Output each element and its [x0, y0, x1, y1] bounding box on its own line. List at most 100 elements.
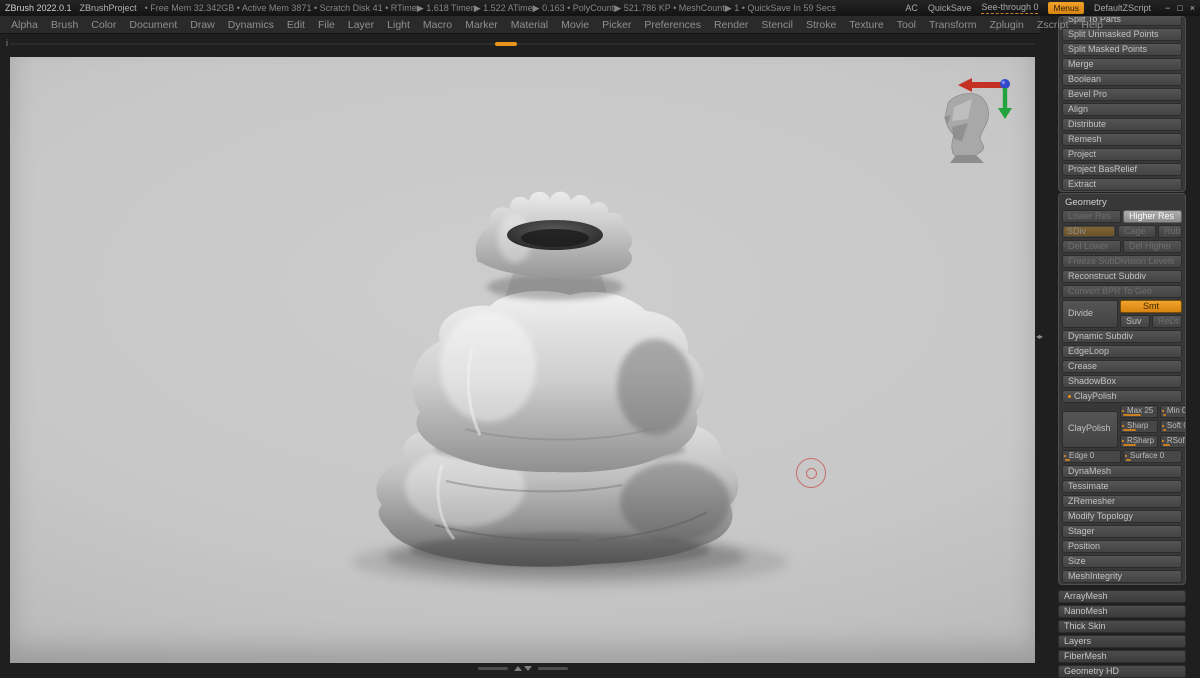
menu-item[interactable]: Light	[387, 19, 410, 31]
menu-item[interactable]: Help	[1081, 19, 1103, 31]
menubar: Alpha Brush Color Document Draw Dynamics Edit F…	[0, 16, 1103, 34]
geometry-subsection-button[interactable]: MeshIntegrity	[1062, 570, 1182, 583]
menu-item[interactable]: Zplugin	[989, 19, 1023, 31]
reconstruct-subdiv-button[interactable]: Reconstruct Subdiv	[1062, 270, 1182, 283]
sdiv-slider[interactable]: SDiv	[1062, 225, 1116, 238]
divide-button[interactable]: Divide	[1062, 300, 1118, 328]
menu-item[interactable]: Edit	[287, 19, 305, 31]
freeze-subdivision-button[interactable]: Freeze SubDivision Levels	[1062, 255, 1182, 268]
menu-item[interactable]: Stroke	[806, 19, 836, 31]
subtool-button[interactable]: Split Masked Points	[1062, 43, 1182, 56]
subtool-button[interactable]: Extract	[1062, 178, 1182, 191]
camera-nav-gizmo[interactable]	[944, 78, 1012, 163]
del-lower-button[interactable]: Del Lower	[1062, 240, 1121, 253]
subtool-button[interactable]: Align	[1062, 103, 1182, 116]
surface-slider[interactable]: Surface 0	[1123, 450, 1182, 463]
menu-item[interactable]: Brush	[51, 19, 78, 31]
menu-item[interactable]: Dynamics	[228, 19, 274, 31]
sculpted-vase-model[interactable]	[376, 191, 739, 567]
menu-item[interactable]: Picker	[602, 19, 631, 31]
see-through-slider[interactable]: See-through 0	[981, 2, 1039, 14]
subpalette-button[interactable]: FiberMesh	[1058, 650, 1186, 663]
quicksave-button[interactable]: QuickSave	[928, 3, 972, 13]
maximize-icon[interactable]: □	[1177, 3, 1182, 13]
menu-item[interactable]: Zscript	[1037, 19, 1069, 31]
minimize-icon[interactable]: −	[1165, 3, 1170, 13]
menu-item[interactable]: File	[318, 19, 335, 31]
default-zscript-button[interactable]: DefaultZScript	[1094, 3, 1151, 13]
document-scroll-thumb[interactable]	[495, 42, 517, 46]
zbrush-window: { "accent_color": "#e8941a", "canvas_col…	[0, 0, 1200, 678]
menus-button[interactable]: Menus	[1048, 2, 1084, 14]
subtool-button[interactable]: Split Unmasked Points	[1062, 28, 1182, 41]
subpalette-button[interactable]: NanoMesh	[1058, 605, 1186, 618]
menu-item[interactable]: Material	[511, 19, 548, 31]
claypolish-rsoft-slider[interactable]: RSoft 5	[1159, 435, 1185, 448]
subpalette-button[interactable]: Thick Skin	[1058, 620, 1186, 633]
geometry-panel-title: Geometry	[1065, 197, 1107, 208]
lower-res-button[interactable]: Lower Res	[1062, 210, 1121, 223]
claypolish-soft-slider[interactable]: Soft 0	[1159, 420, 1185, 433]
subtool-button[interactable]: Project	[1062, 148, 1182, 161]
subpalette-button[interactable]: Geometry HD	[1058, 665, 1186, 678]
subtool-button[interactable]: Project BasRelief	[1062, 163, 1182, 176]
suv-toggle[interactable]: Suv	[1120, 315, 1151, 328]
subtool-button[interactable]: Bevel Pro	[1062, 88, 1182, 101]
tray-divider-handle[interactable]: ◂▸	[1036, 333, 1043, 341]
menu-item[interactable]: Layer	[348, 19, 374, 31]
viewport-canvas[interactable]	[10, 57, 1035, 663]
menu-item[interactable]: Draw	[190, 19, 215, 31]
menu-item[interactable]: Color	[91, 19, 116, 31]
claypolish-max-slider[interactable]: Max 25	[1120, 405, 1158, 418]
menu-item[interactable]: Texture	[849, 19, 883, 31]
menu-item[interactable]: Stencil	[761, 19, 793, 31]
canvas-bottom-nav[interactable]	[478, 666, 568, 671]
menu-item[interactable]: Macro	[423, 19, 452, 31]
convert-bpr-button[interactable]: Convert BPR To Geo	[1062, 285, 1182, 298]
smt-toggle[interactable]: Smt	[1120, 300, 1183, 313]
geometry-subsection-button[interactable]: Modify Topology	[1062, 510, 1182, 523]
subtool-button[interactable]: Distribute	[1062, 118, 1182, 131]
subtool-button[interactable]: Remesh	[1062, 133, 1182, 146]
higher-res-button[interactable]: Higher Res	[1123, 210, 1182, 223]
subtool-button[interactable]: Merge	[1062, 58, 1182, 71]
menu-item[interactable]: Transform	[929, 19, 976, 31]
viewport-scene	[352, 78, 1012, 588]
subtool-button[interactable]: Boolean	[1062, 73, 1182, 86]
geometry-subsection-button[interactable]: Crease	[1062, 360, 1182, 373]
edge-slider[interactable]: Edge 0	[1062, 450, 1121, 463]
redt-toggle[interactable]: ReDt	[1152, 315, 1183, 328]
claypolish-rsharp-slider[interactable]: RSharp	[1120, 435, 1158, 448]
menu-item[interactable]: Movie	[561, 19, 589, 31]
menu-item[interactable]: Alpha	[11, 19, 38, 31]
subtool-button[interactable]: Split To Parts	[1062, 17, 1182, 26]
menu-item[interactable]: Document	[129, 19, 177, 31]
ac-button[interactable]: AC	[905, 3, 918, 13]
geometry-subsection-button[interactable]: Position	[1062, 540, 1182, 553]
subpalette-button[interactable]: Layers	[1058, 635, 1186, 648]
rub-button[interactable]: Rub	[1158, 225, 1182, 238]
bottom-scroll-bar-left[interactable]	[478, 667, 508, 670]
geometry-subsection-button[interactable]: Stager	[1062, 525, 1182, 538]
geometry-subsection-button[interactable]: EdgeLoop	[1062, 345, 1182, 358]
bottom-scroll-bar-right[interactable]	[538, 667, 568, 670]
geometry-subsection-button[interactable]: ZRemesher	[1062, 495, 1182, 508]
claypolish-min-slider[interactable]: Min 0	[1159, 405, 1185, 418]
geometry-subsection-button[interactable]: Dynamic Subdiv	[1062, 330, 1182, 343]
menu-item[interactable]: Marker	[465, 19, 498, 31]
close-icon[interactable]: ×	[1190, 3, 1195, 13]
menu-item[interactable]: Tool	[897, 19, 916, 31]
cage-button[interactable]: Cage	[1118, 225, 1156, 238]
menu-item[interactable]: Preferences	[644, 19, 701, 31]
claypolish-sharp-slider[interactable]: Sharp	[1120, 420, 1158, 433]
zoom-arrows[interactable]	[514, 666, 532, 671]
geometry-subsection-button[interactable]: ShadowBox	[1062, 375, 1182, 388]
geometry-subsection-button[interactable]: Size	[1062, 555, 1182, 568]
geometry-subsection-button[interactable]: DynaMesh	[1062, 465, 1182, 478]
del-higher-button[interactable]: Del Higher	[1123, 240, 1182, 253]
claypolish-button[interactable]: ClayPolish	[1062, 411, 1118, 448]
subpalette-button[interactable]: ArrayMesh	[1058, 590, 1186, 603]
claypolish-section-header[interactable]: ClayPolish	[1062, 390, 1182, 403]
menu-item[interactable]: Render	[714, 19, 748, 31]
geometry-subsection-button[interactable]: Tessimate	[1062, 480, 1182, 493]
